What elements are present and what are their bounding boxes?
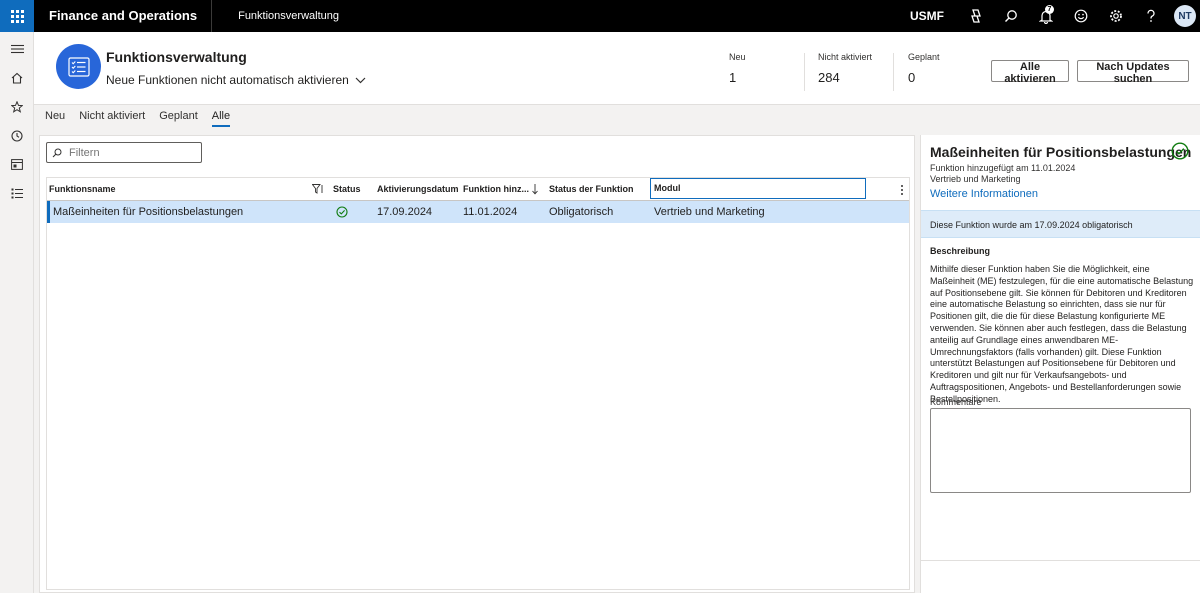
mandatory-banner: Diese Funktion wurde am 17.09.2024 oblig… xyxy=(921,210,1200,238)
nav-modules-button[interactable] xyxy=(0,179,34,208)
nav-home-button[interactable] xyxy=(0,63,34,92)
chevron-down-icon xyxy=(355,77,366,83)
table-row[interactable]: Maßeinheiten für Positionsbelastungen 17… xyxy=(47,201,909,223)
search-button[interactable] xyxy=(993,0,1028,32)
gear-icon xyxy=(1109,10,1122,22)
filter-box[interactable] xyxy=(46,142,202,163)
stat-new[interactable]: Neu 1 xyxy=(729,52,746,85)
comments-label: Kommentare xyxy=(930,397,982,407)
waffle-icon xyxy=(10,9,24,23)
settings-button[interactable] xyxy=(1098,0,1133,32)
tab-scheduled[interactable]: Geplant xyxy=(159,106,198,127)
column-header-added-date[interactable]: Funktion hinz... xyxy=(463,178,529,201)
nav-favorites-button[interactable] xyxy=(0,92,34,121)
cell-added-date: 11.01.2024 xyxy=(463,206,518,218)
cell-module: Vertrieb und Marketing xyxy=(654,206,765,218)
filter-funnel-icon[interactable] xyxy=(312,184,324,194)
enabled-check-icon xyxy=(1171,142,1189,160)
app-launcher-button[interactable] xyxy=(0,0,34,32)
description-heading: Beschreibung xyxy=(930,246,991,256)
feedback-button[interactable] xyxy=(1063,0,1098,32)
smiley-icon xyxy=(1074,9,1087,23)
activate-all-button[interactable]: Alle aktivieren xyxy=(991,60,1069,85)
details-added-date: Funktion hinzugefügt am 11.01.2024 xyxy=(930,163,1076,173)
feature-grid-panel: Funktionsname Status Aktivierungsdatum F… xyxy=(39,135,915,593)
column-header-module[interactable]: Modul xyxy=(650,178,866,199)
check-updates-button[interactable]: Nach Updates suchen xyxy=(1077,60,1189,85)
nav-recent-button[interactable] xyxy=(0,121,34,150)
enabled-check-icon xyxy=(336,206,348,218)
copilot-button[interactable] xyxy=(958,0,993,32)
cell-activation-date: 17.09.2024 xyxy=(377,206,433,218)
cell-feature-status: Obligatorisch xyxy=(549,206,614,218)
notifications-button[interactable]: 7 xyxy=(1028,0,1063,32)
tab-not-enabled[interactable]: Nicht aktiviert xyxy=(79,106,145,127)
company-picker[interactable]: USMF xyxy=(910,9,944,23)
sort-descending-icon[interactable] xyxy=(531,183,539,195)
stat-value: 1 xyxy=(729,70,737,85)
nav-workspaces-button[interactable] xyxy=(0,150,34,179)
stat-divider xyxy=(893,53,894,91)
more-info-link[interactable]: Weitere Informationen xyxy=(930,188,1038,200)
stat-scheduled[interactable]: Geplant 0 xyxy=(908,52,940,85)
stat-label: Nicht aktiviert xyxy=(818,52,873,62)
stat-value: 284 xyxy=(818,70,840,85)
comments-input[interactable] xyxy=(930,408,1191,493)
stat-value: 0 xyxy=(908,70,916,85)
column-header-status[interactable]: Status xyxy=(333,178,361,201)
auto-enable-label: Neue Funktionen nicht automatisch aktivi… xyxy=(106,73,349,87)
auto-enable-dropdown[interactable]: Neue Funktionen nicht automatisch aktivi… xyxy=(106,73,366,87)
feature-table: Funktionsname Status Aktivierungsdatum F… xyxy=(46,177,910,590)
table-header: Funktionsname Status Aktivierungsdatum F… xyxy=(47,178,909,201)
list-icon xyxy=(11,188,23,199)
filter-input[interactable] xyxy=(67,145,192,160)
stat-not-enabled[interactable]: Nicht aktiviert 284 xyxy=(818,52,872,85)
column-header-activation-date[interactable]: Aktivierungsdatum xyxy=(377,178,459,201)
description-text: Mithilfe dieser Funktion haben Sie die M… xyxy=(930,264,1194,404)
search-icon xyxy=(1004,10,1017,22)
tab-all[interactable]: Alle xyxy=(211,106,231,127)
details-title: Maßeinheiten für Positionsbelastungen xyxy=(930,144,1192,160)
cell-feature-name: Maßeinheiten für Positionsbelastungen xyxy=(53,206,244,218)
module-title: Funktionsverwaltung xyxy=(238,10,339,22)
left-navigation xyxy=(0,32,34,593)
stat-label: Geplant xyxy=(908,52,940,62)
details-module: Vertrieb und Marketing xyxy=(930,174,1021,184)
divider xyxy=(921,560,1200,561)
search-icon xyxy=(52,148,62,157)
more-options-icon[interactable] xyxy=(900,184,904,196)
tab-new[interactable]: Neu xyxy=(45,106,65,127)
details-pane: Maßeinheiten für Positionsbelastungen Fu… xyxy=(920,135,1200,593)
star-icon xyxy=(11,100,23,113)
help-button[interactable] xyxy=(1133,0,1168,32)
column-header-name[interactable]: Funktionsname xyxy=(49,178,116,201)
app-title[interactable]: Finance and Operations xyxy=(34,0,213,32)
nav-menu-button[interactable] xyxy=(0,34,34,63)
column-header-feature-status[interactable]: Status der Funktion xyxy=(549,178,634,201)
notification-badge: 7 xyxy=(1045,5,1054,14)
feature-management-icon xyxy=(56,44,101,89)
stat-divider xyxy=(804,53,805,91)
page-header: Funktionsverwaltung Neue Funktionen nich… xyxy=(34,32,1200,105)
page-title: Funktionsverwaltung xyxy=(106,49,247,65)
top-bar: Finance and Operations Funktionsverwaltu… xyxy=(0,0,1200,32)
tab-bar: Neu Nicht aktiviert Geplant Alle xyxy=(34,106,1200,130)
copilot-icon xyxy=(970,9,981,23)
help-icon xyxy=(1146,9,1155,22)
workspace-icon xyxy=(11,159,23,170)
clock-icon xyxy=(11,129,23,142)
user-avatar[interactable]: NT xyxy=(1174,5,1196,27)
home-icon xyxy=(11,72,23,84)
hamburger-icon xyxy=(10,44,24,53)
stat-label: Neu xyxy=(729,52,746,62)
